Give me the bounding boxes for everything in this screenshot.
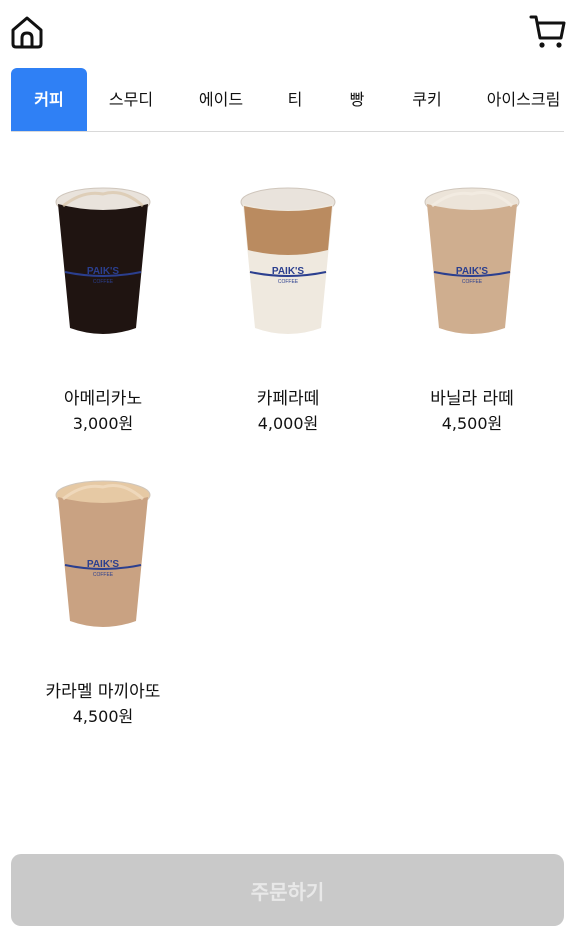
tab-coffee[interactable]: 커피	[11, 68, 87, 131]
product-price: 4,000원	[257, 414, 319, 433]
product-card[interactable]: PAIK'S COFFEE 카페라떼 4,000원	[196, 160, 380, 450]
drink-image: PAIK'S COFFEE	[55, 480, 151, 627]
category-tabs: 커피 스무디 에이드 티 빵 쿠키 아이스크림	[11, 68, 564, 132]
tab-icecream[interactable]: 아이스크림	[483, 68, 564, 131]
tab-cookie[interactable]: 쿠키	[405, 68, 449, 131]
product-name: 카라멜 마끼아또	[45, 682, 161, 702]
top-bar	[0, 0, 578, 64]
cup-brand-text: PAIK'S	[87, 266, 120, 277]
tab-bread[interactable]: 빵	[339, 68, 375, 131]
product-card[interactable]: PAIK'S COFFEE 아메리카노 3,000원	[11, 160, 195, 450]
drink-image: PAIK'S COFFEE	[55, 187, 151, 334]
product-name: 카페라떼	[256, 389, 320, 409]
cup-brand-text: PAIK'S	[87, 559, 120, 570]
product-name: 바닐라 라떼	[430, 389, 514, 409]
cup-sub-text: COFFEE	[278, 279, 299, 285]
tab-smoothie[interactable]: 스무디	[97, 68, 165, 131]
cart-icon	[529, 15, 566, 48]
cup-sub-text: COFFEE	[93, 572, 114, 578]
drink-image: PAIK'S COFFEE	[240, 187, 336, 334]
cup-brand-text: PAIK'S	[456, 266, 489, 277]
product-card[interactable]: PAIK'S COFFEE 바닐라 라떼 4,500원	[380, 160, 564, 450]
drink-image: PAIK'S COFFEE	[424, 187, 520, 334]
cup-sub-text: COFFEE	[462, 279, 483, 285]
home-icon	[11, 16, 43, 49]
tab-tea[interactable]: 티	[277, 68, 313, 131]
cup-sub-text: COFFEE	[93, 279, 114, 285]
home-button[interactable]	[9, 14, 45, 50]
cart-button[interactable]	[529, 14, 567, 50]
tab-ade[interactable]: 에이드	[187, 68, 255, 131]
order-button[interactable]: 주문하기	[11, 854, 564, 926]
cup-brand-text: PAIK'S	[272, 266, 305, 277]
product-price: 3,000원	[72, 414, 134, 433]
product-price: 4,500원	[441, 414, 503, 433]
product-name: 아메리카노	[63, 389, 143, 409]
product-price: 4,500원	[72, 707, 134, 726]
product-card[interactable]: PAIK'S COFFEE 카라멜 마끼아또 4,500원	[11, 453, 195, 743]
